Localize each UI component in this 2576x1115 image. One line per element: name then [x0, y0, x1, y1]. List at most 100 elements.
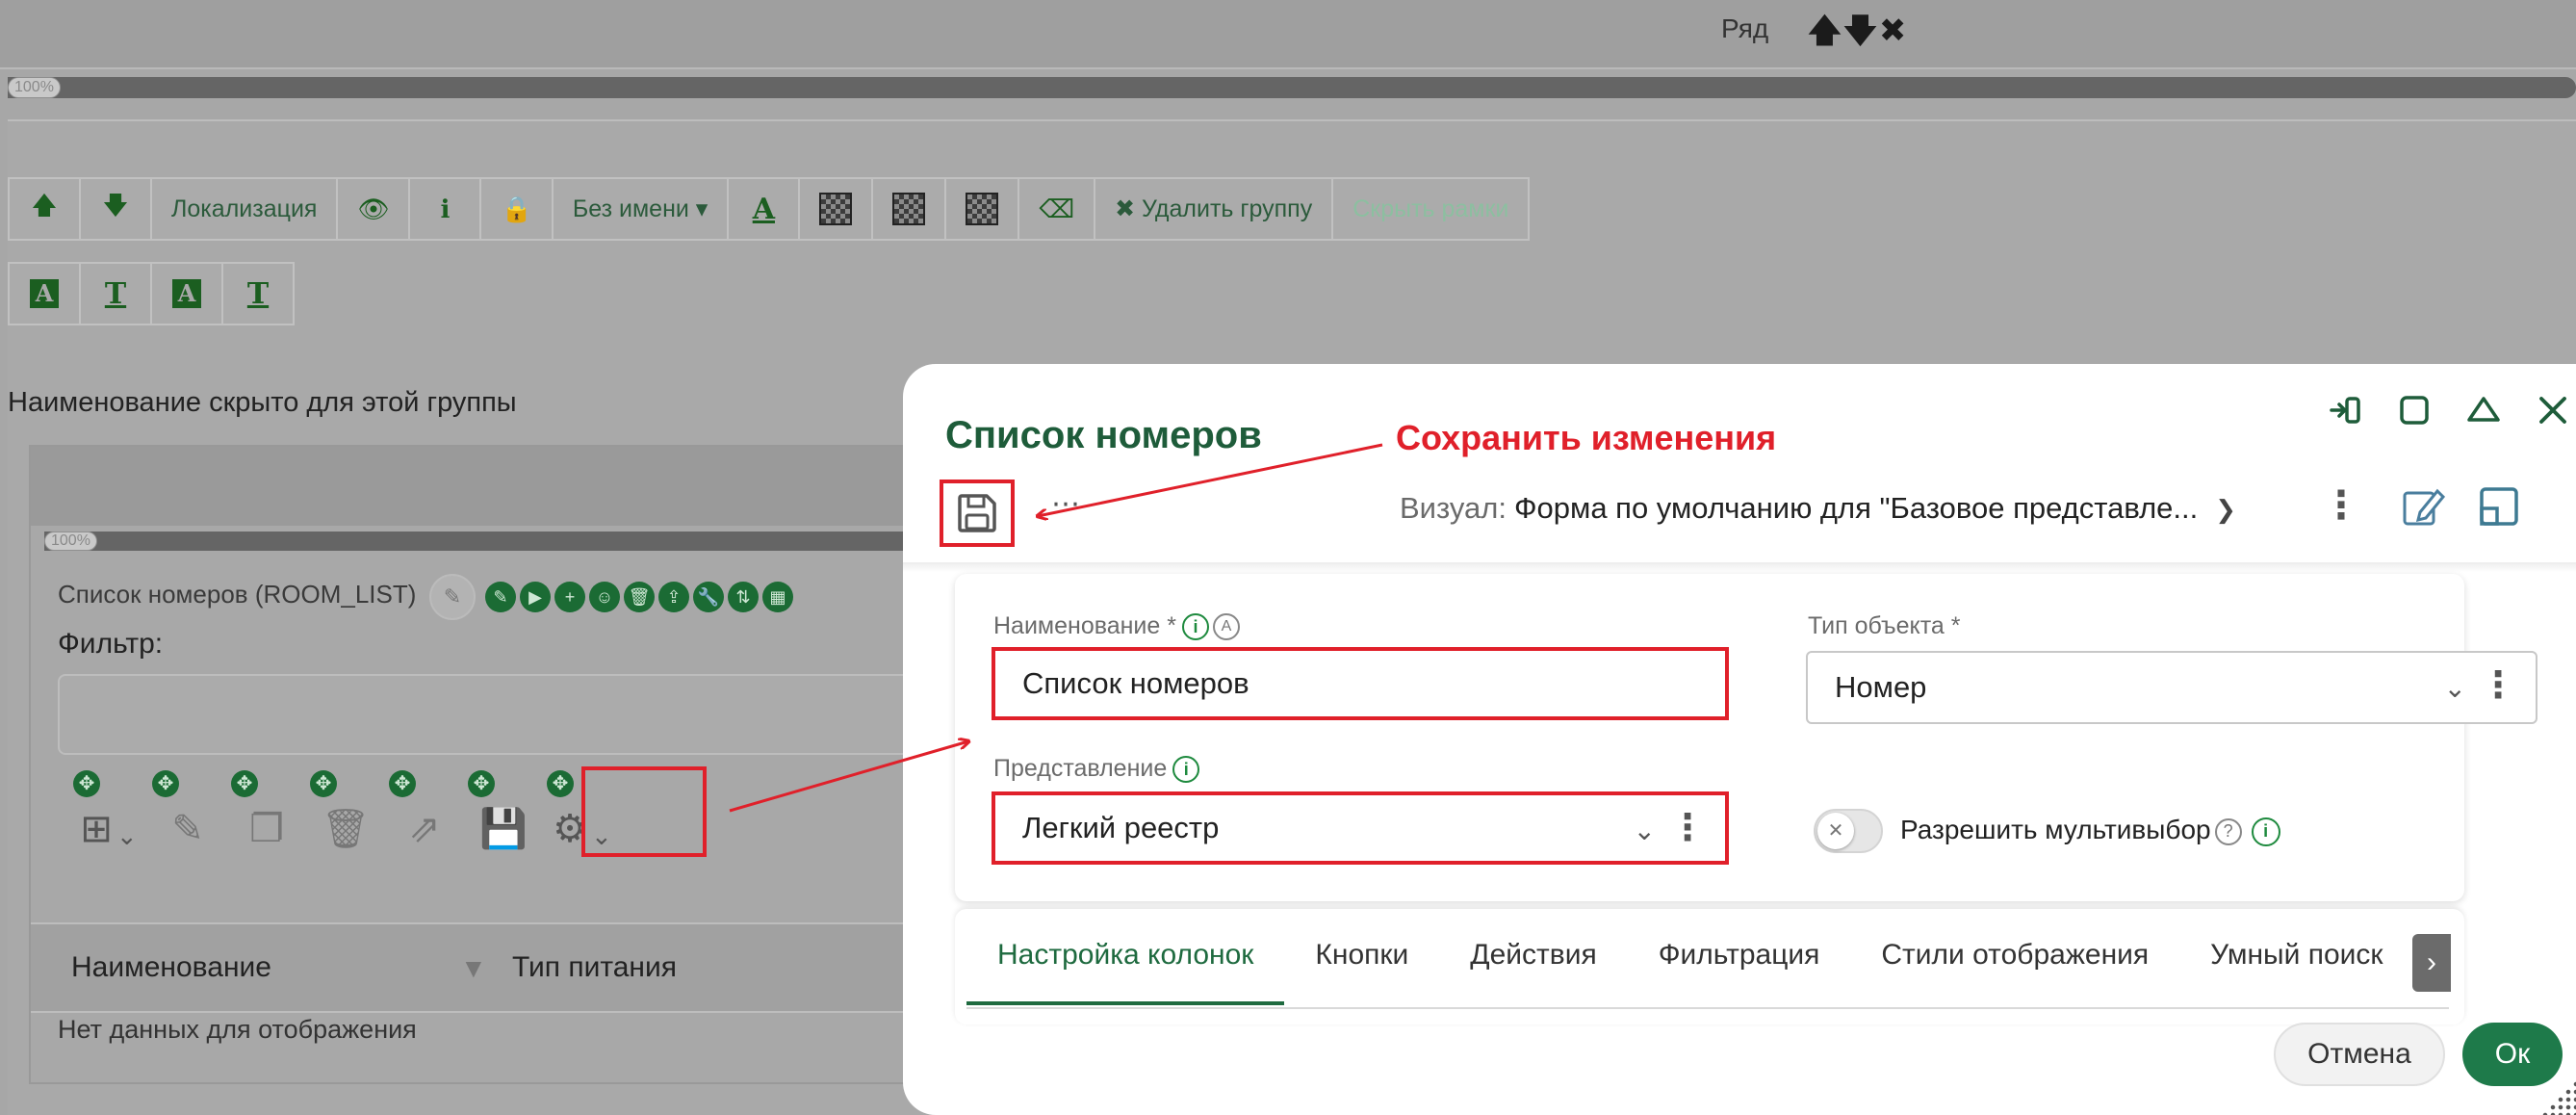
edit-row-button[interactable]: ✥ ✎ [148, 770, 227, 857]
move-handle-icon[interactable]: ✥ [152, 770, 179, 797]
font-style-a-button[interactable]: A [8, 262, 81, 325]
move-handle-icon[interactable]: ✥ [468, 770, 495, 797]
pin-window-icon[interactable] [2476, 483, 2522, 534]
text-color-icon: A [752, 192, 775, 226]
trash-icon[interactable]: 🗑 [624, 582, 655, 612]
tab-actions[interactable]: Действия [1439, 909, 1627, 1005]
export-icon[interactable]: ⇪ [658, 582, 689, 612]
hidden-name-note: Наименование скрыто для этой группы [8, 387, 517, 418]
multiselect-label: Разрешить мультивыбор [1900, 815, 2211, 844]
binoculars-button[interactable]: 👁 [336, 177, 411, 241]
collapse-icon[interactable] [2462, 389, 2505, 431]
annotation-save-changes: Сохранить изменения [1396, 418, 1777, 457]
tab-columns[interactable]: Настройка колонок [966, 909, 1285, 1005]
resize-handle[interactable] [2541, 1080, 2576, 1115]
move-handle-icon[interactable]: ✥ [389, 770, 416, 797]
object-type-value: Номер [1835, 670, 1927, 704]
tab-filtering[interactable]: Фильтрация [1628, 909, 1851, 1005]
filter-funnel-icon[interactable]: ▼ [460, 953, 487, 984]
background-2-button[interactable] [871, 177, 947, 241]
info-icon[interactable]: i [1181, 613, 1209, 641]
play-icon[interactable]: ▶ [520, 582, 551, 612]
cancel-button[interactable]: Отмена [2274, 1023, 2445, 1086]
save-view-button[interactable]: ✥ 💾 [464, 770, 543, 857]
object-type-menu-icon[interactable]: ⋮ [2480, 664, 2516, 707]
info-icon[interactable]: i [1172, 756, 1200, 784]
copy-icon: ❐ [249, 808, 284, 850]
ok-button[interactable]: Ок [2462, 1023, 2563, 1086]
list-component-preview: 100% Список номеров (ROOM_LIST) ✎ ✎ ▶ + … [29, 445, 993, 1084]
name-field[interactable]: Список номеров [992, 647, 1729, 720]
move-handle-icon[interactable]: ✥ [547, 770, 574, 797]
more-dots-icon[interactable]: ⋯ [1051, 487, 1080, 521]
view-select[interactable]: Легкий реестр ⌄ ⋮ [992, 791, 1729, 865]
no-name-dropdown[interactable]: Без имени ▾ [551, 177, 730, 241]
auto-icon[interactable]: A [1212, 613, 1240, 641]
copy-row-button[interactable]: ✥ ❐ [227, 770, 306, 857]
maximize-icon[interactable] [2393, 389, 2435, 431]
settings-tabs: Настройка колонок Кнопки Действия Фильтр… [966, 909, 2414, 1015]
pencil-icon[interactable]: ✎ [485, 582, 516, 612]
column-header-name[interactable]: Наименование [71, 951, 271, 984]
text-style-toolbar: A T A T [8, 262, 295, 325]
tab-display-styles[interactable]: Стили отображения [1850, 909, 2179, 1005]
tabs-scroll-right[interactable]: › [2412, 934, 2451, 992]
export-button[interactable]: ✥ ⇗ [385, 770, 464, 857]
grid-icon[interactable]: ▦ [762, 582, 793, 612]
background-3-button[interactable] [944, 177, 1020, 241]
lock-button[interactable]: 🔒 [479, 177, 554, 241]
multiselect-toggle[interactable]: ✕ [1814, 809, 1883, 853]
person-icon[interactable]: ☺ [589, 582, 620, 612]
hide-frames-button[interactable]: Скрыть рамки [1331, 177, 1531, 241]
save-changes-button[interactable] [940, 480, 1015, 547]
visual-menu-icon[interactable]: ⋮ [2322, 483, 2360, 528]
group-toolbar: 🡅 🡇 Локализация 👁 ℹ 🔒 Без имени ▾ A ⌫ ✖ … [8, 177, 1531, 241]
sort-icon[interactable]: ⇅ [728, 582, 759, 612]
move-up-button[interactable]: 🡅 [8, 177, 81, 241]
name-value: Список номеров [1022, 666, 1249, 700]
background-1-button[interactable] [798, 177, 874, 241]
dock-icon[interactable] [2324, 389, 2366, 431]
component-header [31, 447, 990, 526]
eraser-button[interactable]: ⌫ [1018, 177, 1096, 241]
move-handle-icon[interactable]: ✥ [73, 770, 100, 797]
binoculars-icon: 👁 [357, 194, 390, 223]
column-header-food-type[interactable]: Тип питания [512, 951, 677, 984]
edit-pencil-icon[interactable]: ✎ [429, 574, 476, 620]
chevron-down-icon: ❯ [2215, 495, 2237, 524]
delete-group-button[interactable]: ✖ Удалить группу [1094, 177, 1334, 241]
dialog-title: Список номеров [945, 414, 1262, 456]
add-box-icon: ⊞ [80, 808, 113, 850]
info-icon[interactable]: i [2251, 817, 2280, 846]
delete-row-button[interactable]: ✥ 🗑 [306, 770, 385, 857]
row-move-delete-icons[interactable]: 🡅🡇✖ [1808, 8, 1908, 63]
object-type-select[interactable]: Номер ⌄ ⋮ [1806, 651, 2537, 724]
info-icon: ℹ [440, 194, 451, 223]
top-progress-bar: 100% [8, 77, 2576, 98]
move-handle-icon[interactable]: ✥ [231, 770, 258, 797]
object-type-label: Тип объекта * [1808, 612, 1961, 639]
no-data-message: Нет данных для отображения [58, 1015, 417, 1044]
header-divider [903, 562, 2576, 572]
visual-selector[interactable]: Визуал: Форма по умолчанию для "Базовое п… [1400, 491, 2236, 526]
filter-input[interactable] [58, 674, 982, 755]
tab-smart-search[interactable]: Умный поиск [2179, 909, 2413, 1005]
add-row-button[interactable]: ✥ ⊞ ⌄ [69, 770, 148, 857]
mini-toolbar: ✎ ✎ ▶ + ☺ 🗑 ⇪ 🔧 ⇅ ▦ [429, 574, 793, 620]
localization-button[interactable]: Локализация [150, 177, 339, 241]
info-button[interactable]: ℹ [408, 177, 482, 241]
close-icon[interactable] [2532, 389, 2574, 431]
help-icon[interactable]: ? [2214, 817, 2242, 845]
move-handle-icon[interactable]: ✥ [310, 770, 337, 797]
wrench-icon[interactable]: 🔧 [693, 582, 724, 612]
text-color-button[interactable]: A [727, 177, 801, 241]
toggle-off-x-icon: ✕ [1817, 813, 1854, 849]
font-style-t-button[interactable]: T [79, 262, 152, 325]
view-menu-icon[interactable]: ⋮ [1669, 807, 1706, 849]
font-style-a2-button[interactable]: A [150, 262, 223, 325]
font-style-t2-button[interactable]: T [221, 262, 295, 325]
tab-buttons[interactable]: Кнопки [1284, 909, 1439, 1005]
move-down-button[interactable]: 🡇 [79, 177, 152, 241]
plus-icon[interactable]: + [554, 582, 585, 612]
edit-visual-icon[interactable] [2399, 483, 2447, 536]
